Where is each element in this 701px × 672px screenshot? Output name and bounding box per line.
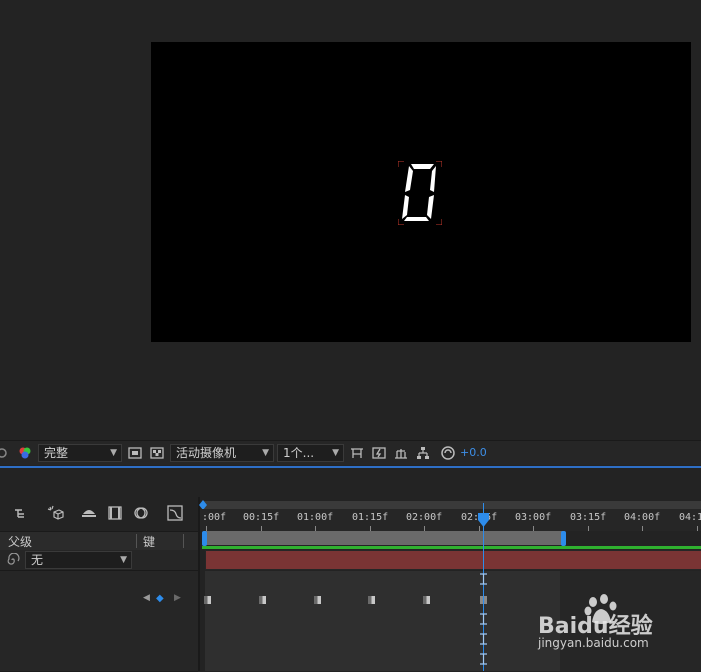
property-track: [205, 651, 560, 672]
hold-keyframe[interactable]: [423, 596, 430, 604]
hold-keyframe[interactable]: [259, 596, 266, 604]
ruler-tick-label: 03:00f: [515, 512, 552, 523]
layer-track-out: [560, 571, 701, 592]
previous-keyframe-icon[interactable]: ◀: [143, 593, 150, 603]
layer-track: [205, 571, 560, 592]
graph-editor-icon[interactable]: [166, 504, 184, 522]
property-track: [205, 611, 560, 632]
camera-value: 活动摄像机: [176, 446, 237, 460]
property-track-out: [560, 651, 701, 672]
current-time-indicator[interactable]: [483, 503, 484, 671]
pick-whip-icon[interactable]: [6, 553, 20, 567]
watermark-url: jingyan.baidu.com: [538, 636, 649, 650]
playhead-marker-icon: [480, 613, 487, 625]
ruler-tick-label: :00f: [202, 512, 227, 523]
composition-flowchart-icon[interactable]: [12, 504, 30, 522]
playhead-marker-icon: [480, 633, 487, 645]
fast-previews-icon[interactable]: [371, 445, 387, 461]
ruler-tick: [588, 526, 589, 531]
frame-blending-icon[interactable]: [106, 504, 124, 522]
ruler-tick-label: 01:15f: [352, 512, 389, 523]
playhead-marker-icon: [480, 573, 487, 585]
property-row: [0, 651, 198, 672]
cached-frames-indicator: [202, 546, 701, 549]
work-area-start-handle[interactable]: [202, 531, 207, 546]
layer-row: [0, 571, 198, 592]
chevron-down-icon: ▼: [332, 448, 339, 458]
hide-shy-layers-icon[interactable]: [80, 504, 98, 522]
exposure-value[interactable]: +0.0: [460, 446, 487, 459]
parent-value: 无: [31, 553, 44, 567]
toggle-pixel-aspect-icon[interactable]: [349, 445, 365, 461]
parent-select[interactable]: 无 ▼: [25, 551, 132, 569]
parent-column-label[interactable]: 父级: [8, 533, 32, 550]
property-row: ◀ ◆ ▶: [0, 591, 198, 612]
playhead-handle[interactable]: [477, 513, 490, 527]
ruler-tick-label: 00:15f: [243, 512, 280, 523]
counter-digit-zero[interactable]: [398, 161, 442, 225]
hold-keyframe[interactable]: [204, 596, 211, 604]
ruler-tick-label: 02:00f: [406, 512, 443, 523]
viewer-toolbar: 完整 ▼ 活动摄像机 ▼ 1个... ▼ +0.0: [0, 440, 701, 465]
ruler-tick-label: 01:00f: [297, 512, 334, 523]
ruler-tick: [642, 526, 643, 531]
property-row: [0, 631, 198, 652]
keys-column-label[interactable]: 键: [143, 533, 155, 550]
time-navigator[interactable]: [202, 501, 701, 509]
column-divider: [183, 534, 184, 548]
time-ruler[interactable]: :00f 00:15f 01:00f 01:15f 02:00f 02:15f …: [200, 509, 701, 531]
hold-keyframe[interactable]: [314, 596, 321, 604]
hold-keyframe[interactable]: [368, 596, 375, 604]
chevron-down-icon: ▼: [110, 448, 117, 458]
chevron-down-icon: ▼: [262, 448, 269, 458]
reset-exposure-icon[interactable]: [440, 445, 456, 461]
work-area-bar[interactable]: [204, 531, 563, 545]
layer-columns-header: 父级 键: [0, 531, 198, 551]
ruler-tick-label: 03:15f: [570, 512, 607, 523]
layer-duration-bar[interactable]: [206, 551, 701, 569]
playhead-marker-icon: [480, 653, 487, 665]
draft-3d-icon[interactable]: [46, 504, 64, 522]
timeline-icon[interactable]: [393, 445, 409, 461]
next-keyframe-icon[interactable]: ▶: [174, 593, 181, 603]
color-channels-icon[interactable]: [17, 445, 33, 461]
camera-select[interactable]: 活动摄像机 ▼: [170, 444, 274, 462]
property-track: [205, 631, 560, 652]
column-divider: [136, 534, 137, 548]
composition-canvas[interactable]: [151, 42, 691, 342]
property-row: [0, 611, 198, 632]
views-select[interactable]: 1个... ▼: [277, 444, 344, 462]
layer-row: 无 ▼: [0, 550, 198, 571]
work-area-end-handle[interactable]: [561, 531, 566, 546]
ruler-tick-label: 04:1: [679, 512, 701, 523]
ruler-tick-label: 04:00f: [624, 512, 661, 523]
chevron-down-icon: ▼: [120, 555, 127, 565]
composition-viewer: [0, 0, 701, 440]
transparency-grid-icon[interactable]: [149, 445, 165, 461]
motion-blur-icon[interactable]: [132, 504, 150, 522]
flowchart-icon[interactable]: [415, 445, 431, 461]
keyframe-diamond-icon[interactable]: ◆: [156, 593, 164, 604]
region-of-interest-icon[interactable]: [127, 445, 143, 461]
views-value: 1个...: [283, 446, 315, 460]
resolution-value: 完整: [44, 446, 69, 460]
resolution-select[interactable]: 完整 ▼: [38, 444, 122, 462]
baidu-watermark: Baidu经验 jingyan.baidu.com: [538, 594, 698, 654]
snapshot-icon[interactable]: [0, 445, 10, 461]
ruler-tick: [697, 526, 698, 531]
